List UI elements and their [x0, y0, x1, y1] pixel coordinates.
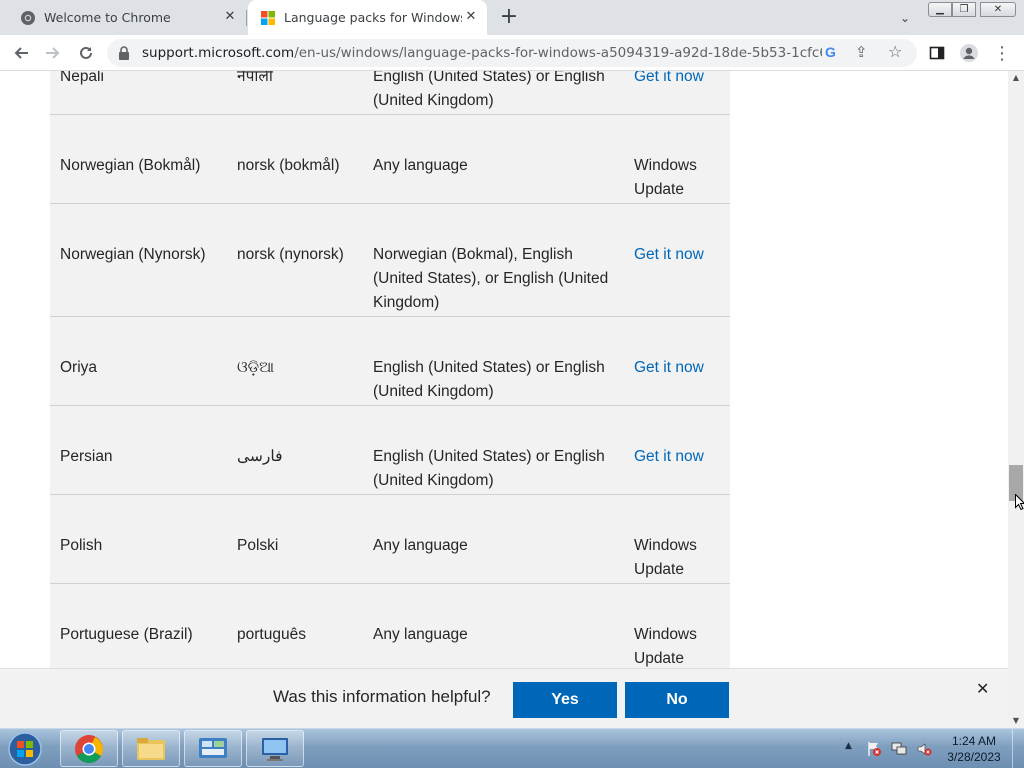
base-language-cell: Any language	[373, 626, 468, 643]
language-cell: Nepali	[60, 71, 104, 85]
side-panel-icon[interactable]	[925, 41, 949, 65]
network-icon[interactable]	[891, 741, 907, 757]
share-icon[interactable]: ⇪	[855, 43, 868, 61]
native-name-cell: português	[237, 626, 306, 643]
base-language-cell: Norwegian (Bokmal), English (United Stat…	[373, 246, 609, 311]
base-language-cell: English (United States) or English (Unit…	[373, 359, 605, 400]
base-language-cell: Any language	[373, 157, 468, 174]
native-name-cell: norsk (bokmål)	[237, 157, 340, 174]
language-cell: Oriya	[60, 359, 98, 376]
show-desktop-button[interactable]	[1012, 729, 1024, 768]
tab-search-chevron-icon[interactable]: ⌄	[895, 8, 915, 28]
native-name-cell: Polski	[237, 537, 279, 554]
native-name-cell: नेपाली	[237, 71, 273, 85]
lock-icon[interactable]	[117, 45, 131, 61]
native-name-cell: فارسی	[237, 448, 283, 465]
base-language-cell: English (United States) or English (Unit…	[373, 448, 605, 489]
kebab-menu-icon[interactable]: ⋮	[990, 41, 1014, 65]
new-tab-plus-icon[interactable]: +	[498, 6, 520, 28]
url-text[interactable]: support.microsoft.com/en-us/windows/lang…	[142, 39, 822, 67]
windows-update-cell: Windows Update	[634, 537, 697, 578]
monitor-icon	[262, 737, 288, 761]
restore-window-button[interactable]: ❐	[952, 2, 976, 17]
taskbar-control-panel-app[interactable]	[184, 730, 242, 767]
table-row: Persian فارسی English (United States) or E…	[50, 406, 730, 495]
chrome-icon	[21, 10, 35, 25]
native-name-cell: norsk (nynorsk)	[237, 246, 344, 263]
forward-arrow-icon[interactable]	[41, 41, 65, 65]
language-cell: Norwegian (Bokmål)	[60, 157, 201, 174]
table-row: Oriya ଓଡ଼ିଆ English (United States) or Eng…	[50, 317, 730, 406]
language-cell: Portuguese (Brazil)	[60, 626, 193, 643]
scroll-up-arrow-icon[interactable]: ▲	[1008, 71, 1024, 85]
table-row: Polish Polski Any language Windows Update	[50, 495, 730, 584]
windows-start-orb-icon[interactable]	[3, 731, 47, 767]
microsoft-icon	[261, 10, 275, 25]
chrome-icon	[75, 734, 103, 763]
clock-time[interactable]: 1:24 AM	[944, 734, 1004, 748]
get-it-now-link[interactable]: Get it now	[634, 243, 724, 267]
folder-icon	[137, 737, 165, 760]
get-it-now-link[interactable]: Get it now	[634, 71, 724, 89]
language-cell: Polish	[60, 537, 103, 554]
native-name-cell: ଓଡ଼ିଆ	[237, 359, 275, 376]
feedback-bar: Was this information helpful? Yes No ✕	[0, 668, 1008, 728]
show-hidden-icons-chevron-icon[interactable]: ▲	[845, 741, 852, 751]
url-path: /en-us/windows/language-packs-for-window…	[294, 45, 822, 61]
mouse-cursor-icon	[1015, 494, 1024, 510]
taskbar-chrome-app[interactable]	[60, 730, 118, 767]
back-arrow-icon[interactable]	[9, 41, 33, 65]
reload-icon[interactable]	[74, 41, 98, 65]
feedback-no-button[interactable]: No	[625, 682, 729, 718]
tab-title: Language packs for Windows - M	[284, 10, 462, 25]
table-row: Norwegian (Nynorsk) norsk (nynorsk) Norweg…	[50, 204, 730, 317]
language-cell: Norwegian (Nynorsk)	[60, 246, 206, 263]
get-it-now-link[interactable]: Get it now	[634, 445, 724, 469]
url-host: support.microsoft.com	[142, 45, 295, 61]
minimize-window-button[interactable]: ▁	[928, 2, 952, 17]
taskbar-remote-desktop-app[interactable]	[246, 730, 304, 767]
volume-muted-icon[interactable]	[916, 741, 932, 757]
get-it-now-link[interactable]: Get it now	[634, 356, 724, 380]
base-language-cell: Any language	[373, 537, 468, 554]
browser-toolbar: support.microsoft.com/en-us/windows/lang…	[0, 35, 1024, 71]
table-row: Nepali नेपाली English (United States) or E…	[50, 71, 730, 115]
tab-welcome-to-chrome[interactable]: Welcome to Chrome ✕	[8, 0, 246, 35]
feedback-yes-button[interactable]: Yes	[513, 682, 617, 718]
action-center-flag-icon[interactable]	[866, 741, 882, 757]
tab-close-icon[interactable]: ✕	[222, 9, 238, 25]
language-packs-table: Nepali नेपाली English (United States) or E…	[50, 71, 730, 668]
tab-language-packs[interactable]: Language packs for Windows - M ✕	[248, 0, 487, 35]
control-panel-icon	[199, 737, 227, 758]
table-row: Portuguese (Brazil) português Any language…	[50, 584, 730, 668]
language-cell: Persian	[60, 448, 113, 465]
scroll-down-arrow-icon[interactable]: ▼	[1008, 714, 1024, 728]
windows-update-cell: Windows Update	[634, 157, 697, 198]
close-window-button[interactable]: ✕	[980, 2, 1016, 17]
base-language-cell: English (United States) or English (Unit…	[373, 71, 605, 109]
close-icon[interactable]: ✕	[976, 679, 989, 699]
bookmark-star-icon[interactable]: ☆	[888, 42, 902, 61]
tab-separator	[246, 10, 247, 26]
clock-date[interactable]: 3/28/2023	[944, 750, 1004, 764]
tab-strip: Welcome to Chrome ✕ Language packs for W…	[0, 0, 1024, 35]
taskbar-file-explorer-app[interactable]	[122, 730, 180, 767]
tab-close-icon[interactable]: ✕	[463, 9, 479, 25]
google-lens-icon[interactable]: G	[825, 44, 836, 60]
windows-taskbar: ▲ 1:24 AM 3/28/2023	[0, 728, 1024, 768]
windows-update-cell: Windows Update	[634, 626, 697, 667]
table-row: Norwegian (Bokmål) norsk (bokmål) Any lang…	[50, 115, 730, 204]
address-bar[interactable]: support.microsoft.com/en-us/windows/lang…	[107, 39, 917, 67]
tab-title: Welcome to Chrome	[44, 10, 171, 25]
feedback-question: Was this information helpful?	[273, 687, 491, 706]
page-viewport: Nepali नेपाली English (United States) or E…	[0, 71, 1008, 668]
profile-avatar-icon[interactable]	[957, 41, 981, 65]
vertical-scrollbar[interactable]: ▲ ▼	[1008, 71, 1024, 728]
